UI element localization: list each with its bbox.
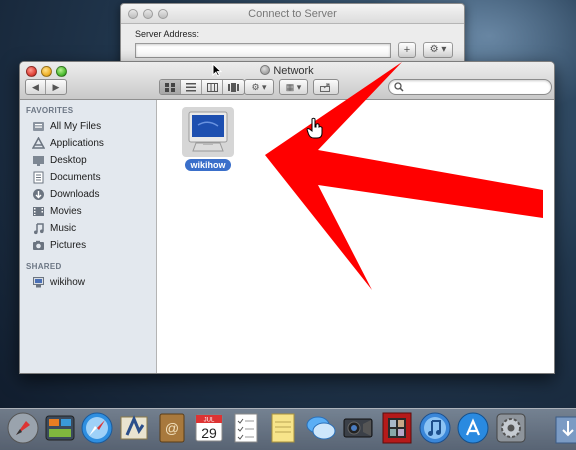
arrange-grid-icon: ▦ ▾ [285, 81, 302, 92]
search-field[interactable] [388, 79, 552, 95]
sidebar-item-movies[interactable]: Movies [32, 203, 152, 219]
favorites-header: FAVORITES [26, 106, 74, 115]
desktop-icon [33, 155, 44, 166]
computer-icon [33, 276, 44, 287]
launchpad-icon[interactable] [6, 411, 40, 445]
sidebar-item-label: Downloads [50, 188, 100, 200]
sidebar-item-downloads[interactable]: Downloads [32, 186, 152, 202]
mouse-pointer-icon [212, 63, 222, 77]
list-view-icon [186, 82, 196, 91]
column-view-button[interactable] [202, 80, 223, 94]
sidebar-item-music[interactable]: Music [32, 220, 152, 236]
icon-view-button[interactable] [160, 80, 181, 94]
host-thumbnail [182, 107, 234, 157]
downloads-icon [33, 188, 44, 200]
cover-flow-view-button[interactable] [223, 80, 244, 94]
sidebar-item-label: Documents [50, 171, 101, 183]
search-icon [394, 82, 404, 95]
mission-control-icon[interactable] [43, 411, 77, 445]
finder-toolbar: Network ◀ ▶ ⚙ ▾ ▦ ▾ [20, 62, 554, 100]
safari-icon[interactable] [80, 411, 114, 445]
sidebar-item-label: wikihow [50, 276, 86, 288]
add-favorite-server-button[interactable]: + [398, 42, 416, 58]
icon-view-icon [165, 82, 175, 92]
sidebar-item-applications[interactable]: Applications [32, 135, 152, 151]
sidebar-item-label: Music [50, 222, 77, 234]
host-label: wikihow [185, 159, 231, 171]
calendar-day: 29 [201, 425, 217, 441]
svg-text:@: @ [165, 420, 179, 436]
list-view-button[interactable] [181, 80, 202, 94]
share-button[interactable] [313, 79, 339, 95]
finder-sidebar: FAVORITES All My Files Applications Desk… [20, 100, 157, 373]
app-store-icon[interactable] [456, 411, 490, 445]
calendar-icon[interactable]: JUL29 [192, 411, 226, 445]
server-address-input[interactable] [135, 43, 391, 58]
back-button[interactable]: ◀ [26, 80, 47, 94]
back-forward-control: ◀ ▶ [25, 79, 67, 95]
network-item-wikihow[interactable]: wikihow [182, 107, 234, 171]
messages-icon[interactable] [304, 411, 338, 445]
downloads-stack-icon[interactable] [552, 411, 576, 445]
cover-flow-icon [227, 82, 239, 92]
cts-title: Connect to Server [248, 8, 337, 20]
server-options-button[interactable]: ⚙ ▾ [423, 42, 453, 58]
column-view-icon [206, 82, 218, 92]
window-title-text: Network [273, 65, 314, 77]
sidebar-item-pictures[interactable]: Pictures [32, 237, 152, 253]
mail-icon[interactable] [117, 411, 151, 445]
sidebar-item-wikihow[interactable]: wikihow [32, 274, 152, 290]
finder-content: wikihow [158, 100, 554, 373]
hand-pointer-icon [306, 117, 323, 139]
cts-titlebar[interactable]: Connect to Server [121, 4, 464, 24]
music-icon [34, 222, 44, 234]
arrange-menu-button[interactable]: ▦ ▾ [279, 79, 308, 95]
sidebar-item-label: Desktop [50, 154, 87, 166]
dock: @ JUL 29 [0, 408, 576, 450]
action-menu-button[interactable]: ⚙ ▾ [244, 79, 274, 95]
movies-icon [33, 206, 44, 216]
shared-header: SHARED [26, 262, 62, 271]
computer-icon [188, 111, 228, 152]
system-preferences-icon[interactable] [494, 411, 528, 445]
reminders-icon[interactable] [229, 411, 263, 445]
pictures-icon [33, 240, 44, 250]
documents-icon [33, 171, 44, 183]
forward-button[interactable]: ▶ [46, 80, 66, 94]
contacts-icon[interactable]: @ [155, 411, 189, 445]
share-icon [314, 80, 338, 94]
sidebar-item-desktop[interactable]: Desktop [32, 152, 152, 168]
notes-icon[interactable] [266, 411, 300, 445]
photo-booth-icon[interactable] [380, 411, 414, 445]
sidebar-item-documents[interactable]: Documents [32, 169, 152, 185]
sidebar-item-label: Applications [50, 137, 104, 149]
itunes-icon[interactable] [418, 411, 452, 445]
all-files-icon [33, 121, 44, 131]
facetime-icon[interactable] [341, 411, 375, 445]
sidebar-item-label: Pictures [50, 239, 87, 251]
applications-icon [32, 136, 45, 149]
finder-window: Network ◀ ▶ ⚙ ▾ ▦ ▾ FAVORITES All My Fil… [19, 61, 555, 374]
action-gear-icon: ⚙ ▾ [251, 81, 267, 92]
server-address-label: Server Address: [135, 29, 200, 39]
calendar-month: JUL [204, 418, 215, 424]
view-mode-control [159, 79, 245, 95]
sidebar-item-all-my-files[interactable]: All My Files [32, 118, 152, 134]
window-title: Network [20, 65, 554, 77]
network-globe-icon [260, 65, 271, 75]
sidebar-item-label: Movies [50, 205, 82, 217]
sidebar-item-label: All My Files [50, 120, 102, 132]
